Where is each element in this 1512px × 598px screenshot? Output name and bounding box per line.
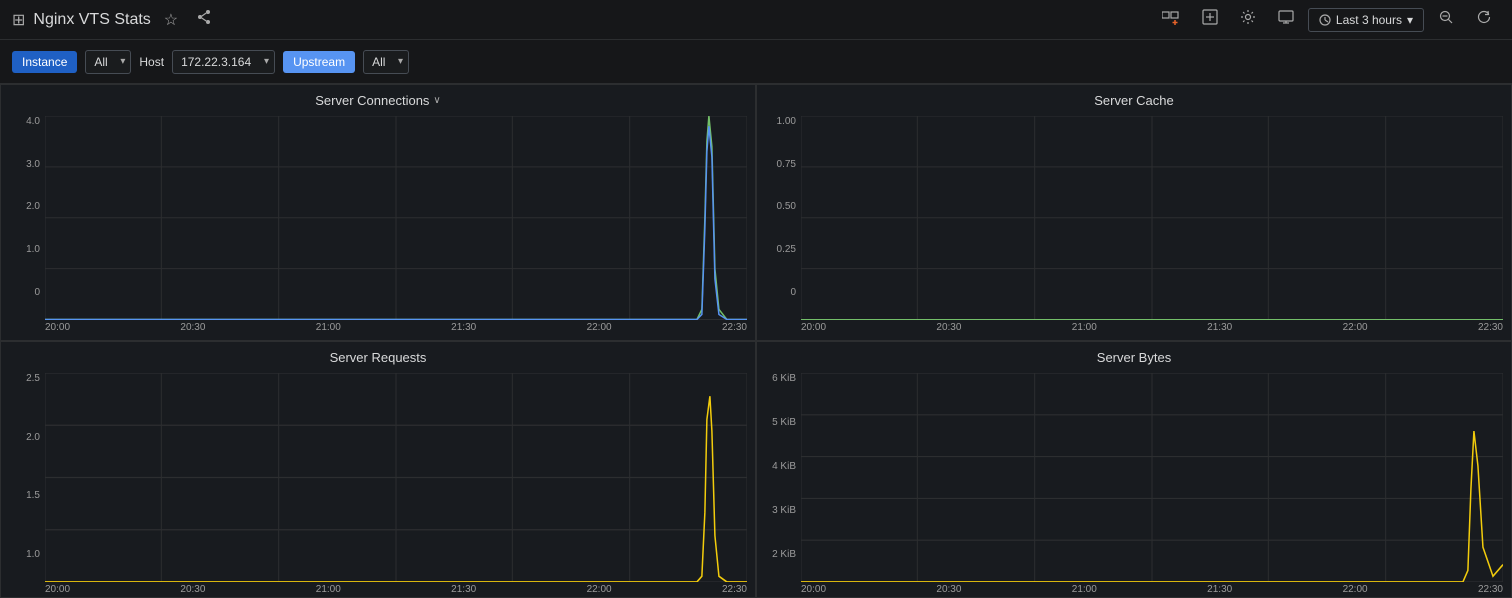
upstream-select-wrap[interactable]: All [363,50,409,74]
x-bytes-2100: 21:00 [1072,584,1097,595]
server-requests-y-axis: 2.5 2.0 1.5 1.0 [1,373,45,582]
y-label-3: 3.0 [1,159,45,170]
server-bytes-header: Server Bytes [757,342,1511,369]
y-label-000: 0 [757,287,801,298]
host-label: Host [139,55,164,69]
x-label-2000: 20:00 [45,322,70,333]
time-range-button[interactable]: Last 3 hours ▾ [1308,8,1424,32]
y-req-25: 2.5 [1,373,45,384]
server-bytes-title: Server Bytes [1097,350,1171,365]
instance-select-wrap[interactable]: All [85,50,131,74]
server-requests-panel: Server Requests 2.5 2.0 1.5 1.0 [0,341,756,598]
x-cache-2230: 22:30 [1478,322,1503,333]
server-connections-y-axis: 4.0 3.0 2.0 1.0 0 [1,116,45,320]
y-label-4: 4.0 [1,116,45,127]
server-requests-header: Server Requests [1,342,755,369]
server-bytes-y-axis: 6 KiB 5 KiB 4 KiB 3 KiB 2 KiB [757,373,801,582]
topbar: ⊞ Nginx VTS Stats ☆ [0,0,1512,40]
server-connections-svg [45,116,747,320]
upstream-select[interactable]: All [363,50,409,74]
y-bytes-4k: 4 KiB [757,461,801,472]
server-connections-title: Server Connections [315,93,429,108]
x-bytes-2030: 20:30 [936,584,961,595]
server-cache-svg [801,116,1503,320]
instance-select[interactable]: All [85,50,131,74]
topbar-left: ⊞ Nginx VTS Stats ☆ [12,7,217,32]
time-range-chevron: ▾ [1407,13,1413,27]
server-connections-header: Server Connections ∨ [1,85,755,112]
server-bytes-chart: 6 KiB 5 KiB 4 KiB 3 KiB 2 KiB [757,369,1511,582]
server-bytes-svg [801,373,1503,582]
y-label-1: 1.0 [1,244,45,255]
server-cache-panel: Server Cache 1.00 0.75 0.50 0.25 0 [756,84,1512,341]
y-label-075: 0.75 [757,159,801,170]
add-panel-button[interactable] [1154,5,1188,34]
y-bytes-5k: 5 KiB [757,417,801,428]
server-bytes-panel: Server Bytes 6 KiB 5 KiB 4 KiB 3 KiB 2 K… [756,341,1512,598]
host-select-wrap[interactable]: 172.22.3.164 [172,50,275,74]
share-button[interactable] [191,7,217,32]
grid-icon: ⊞ [12,10,25,30]
y-label-2: 2.0 [1,201,45,212]
x-req-2230: 22:30 [722,584,747,595]
y-label-0: 0 [1,287,45,298]
y-label-025: 0.25 [757,244,801,255]
server-connections-chart: 4.0 3.0 2.0 1.0 0 [1,112,755,320]
x-cache-2130: 21:30 [1207,322,1232,333]
x-label-2100: 21:00 [316,322,341,333]
filterbar: Instance All Host 172.22.3.164 Upstream … [0,40,1512,84]
x-label-2200: 22:00 [587,322,612,333]
export-button[interactable] [1194,5,1226,34]
tv-button[interactable] [1270,5,1302,34]
y-label-100: 1.00 [757,116,801,127]
settings-button[interactable] [1232,5,1264,34]
y-bytes-2k: 2 KiB [757,549,801,560]
x-bytes-2130: 21:30 [1207,584,1232,595]
x-req-2130: 21:30 [451,584,476,595]
dashboard: Server Connections ∨ 4.0 3.0 2.0 1.0 0 [0,84,1512,598]
star-button[interactable]: ☆ [159,8,183,32]
x-label-2030: 20:30 [180,322,205,333]
refresh-button[interactable] [1468,5,1500,34]
x-cache-2100: 21:00 [1072,322,1097,333]
server-requests-title: Server Requests [330,350,427,365]
host-select[interactable]: 172.22.3.164 [172,50,275,74]
x-req-2100: 21:00 [316,584,341,595]
server-cache-header: Server Cache [757,85,1511,112]
upstream-label: Upstream [283,51,355,73]
y-bytes-3k: 3 KiB [757,505,801,516]
server-cache-y-axis: 1.00 0.75 0.50 0.25 0 [757,116,801,320]
x-cache-2000: 20:00 [801,322,826,333]
time-range-label: Last 3 hours [1336,13,1402,27]
y-req-10: 1.0 [1,549,45,560]
server-connections-chevron[interactable]: ∨ [433,95,440,106]
y-bytes-6k: 6 KiB [757,373,801,384]
x-req-2200: 22:00 [587,584,612,595]
x-label-2230: 22:30 [722,322,747,333]
x-req-2000: 20:00 [45,584,70,595]
x-bytes-2200: 22:00 [1343,584,1368,595]
instance-label: Instance [12,51,77,73]
x-label-2130: 21:30 [451,322,476,333]
zoom-out-button[interactable] [1430,5,1462,34]
x-req-2030: 20:30 [180,584,205,595]
y-req-20: 2.0 [1,432,45,443]
y-req-15: 1.5 [1,490,45,501]
server-cache-chart: 1.00 0.75 0.50 0.25 0 [757,112,1511,320]
y-label-050: 0.50 [757,201,801,212]
server-connections-panel: Server Connections ∨ 4.0 3.0 2.0 1.0 0 [0,84,756,341]
server-requests-svg [45,373,747,582]
x-cache-2030: 20:30 [936,322,961,333]
app-title: Nginx VTS Stats [33,11,150,29]
x-bytes-2230: 22:30 [1478,584,1503,595]
x-bytes-2000: 20:00 [801,584,826,595]
x-cache-2200: 22:00 [1343,322,1368,333]
server-cache-title: Server Cache [1094,93,1173,108]
server-requests-chart: 2.5 2.0 1.5 1.0 [1,369,755,582]
topbar-right: Last 3 hours ▾ [1154,5,1500,34]
